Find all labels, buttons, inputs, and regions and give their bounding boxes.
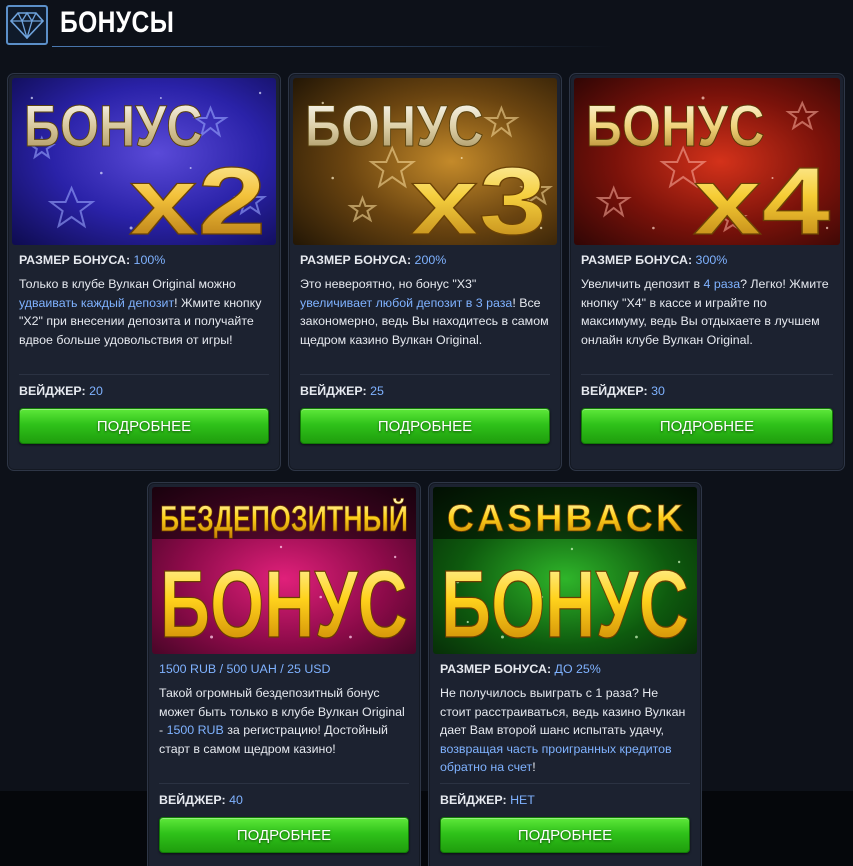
- bonus-size: РАЗМЕР БОНУСА: 200%: [300, 253, 447, 267]
- wager-value: 25: [370, 384, 384, 398]
- wager-value: 40: [229, 793, 243, 807]
- bonus-size-value: ДО 25%: [554, 662, 601, 676]
- banner-title-bottom: x4: [693, 148, 830, 245]
- bonus-size: РАЗМЕР БОНУСА: 300%: [581, 253, 728, 267]
- bonus-size: 1500 RUB / 500 UAH / 25 USD: [159, 660, 409, 678]
- bonus-banner-no-deposit[interactable]: БЕЗДЕПОЗИТНЫЙ БОНУС: [152, 487, 416, 654]
- banner-title-bottom: БОНУС: [441, 551, 689, 654]
- bonus-banner-x3[interactable]: БОНУС x3: [293, 78, 557, 245]
- bonus-size-value: 100%: [133, 253, 166, 267]
- header-divider: [52, 46, 612, 47]
- bonus-banner-x2[interactable]: БОНУС x2: [12, 78, 276, 245]
- wager-value: 30: [651, 384, 665, 398]
- bonus-description: Увеличить депозит в 4 раза? Легко! Жмите…: [581, 277, 829, 347]
- bonus-card-x3: БОНУС x3 РАЗМЕР БОНУСА: 200% Это невероя…: [288, 73, 562, 471]
- diamond-icon: [6, 5, 48, 45]
- bonus-info: РАЗМЕР БОНУСА: 200% Это невероятно, но б…: [300, 251, 550, 349]
- card-divider: [581, 374, 833, 375]
- bonus-size: РАЗМЕР БОНУСА: ДО 25%: [440, 662, 601, 676]
- wager-value: НЕТ: [510, 793, 535, 807]
- wager-value: 20: [89, 384, 103, 398]
- card-divider: [159, 783, 409, 784]
- bonus-info: 1500 RUB / 500 UAH / 25 USD Такой огромн…: [159, 660, 409, 758]
- page-header: БОНУСЫ: [0, 0, 853, 50]
- bonus-banner-x4[interactable]: БОНУС x4: [574, 78, 840, 245]
- banner-title-bottom: x2: [129, 148, 266, 245]
- bonus-description: Только в клубе Вулкан Original можно удв…: [19, 277, 262, 347]
- bonus-banner-cashback[interactable]: CASHBACK БОНУС: [433, 487, 697, 654]
- details-button[interactable]: ПОДРОБНЕЕ: [159, 817, 409, 853]
- page-footer-strip: [0, 791, 853, 866]
- bonus-description: Такой огромный бездепозитный бонус может…: [159, 686, 405, 756]
- card-divider: [440, 783, 690, 784]
- bonus-info: РАЗМЕР БОНУСА: 100% Только в клубе Вулка…: [19, 251, 269, 349]
- bonus-card-cashback: CASHBACK БОНУС РАЗМЕР БОНУСА: ДО 25% Не …: [428, 482, 702, 866]
- bonus-card-x4: БОНУС x4 РАЗМЕР БОНУСА: 300% Увеличить д…: [569, 73, 845, 471]
- banner-title-bottom: x3: [410, 148, 547, 245]
- wager-line: ВЕЙДЖЕР: 40: [159, 793, 243, 807]
- bonus-size-value: 300%: [695, 253, 728, 267]
- bonus-size-value: 1500 RUB / 500 UAH / 25 USD: [159, 662, 331, 676]
- details-button[interactable]: ПОДРОБНЕЕ: [300, 408, 550, 444]
- bonus-description: Это невероятно, но бонус "Х3" увеличивае…: [300, 277, 549, 347]
- wager-line: ВЕЙДЖЕР: 20: [19, 384, 103, 398]
- bonus-info: РАЗМЕР БОНУСА: ДО 25% Не получилось выиг…: [440, 660, 690, 776]
- details-button[interactable]: ПОДРОБНЕЕ: [581, 408, 833, 444]
- wager-line: ВЕЙДЖЕР: 30: [581, 384, 665, 398]
- details-button[interactable]: ПОДРОБНЕЕ: [440, 817, 690, 853]
- bonus-card-no-deposit: БЕЗДЕПОЗИТНЫЙ БОНУС 1500 RUB / 500 UAH /…: [147, 482, 421, 866]
- bonus-card-x2: БОНУС x2 РАЗМЕР БОНУСА: 100% Только в кл…: [7, 73, 281, 471]
- card-divider: [300, 374, 550, 375]
- bonus-info: РАЗМЕР БОНУСА: 300% Увеличить депозит в …: [581, 251, 833, 349]
- banner-title-top: CASHBACK: [447, 498, 683, 540]
- bonus-size-value: 200%: [414, 253, 447, 267]
- wager-line: ВЕЙДЖЕР: НЕТ: [440, 793, 535, 807]
- card-divider: [19, 374, 269, 375]
- wager-line: ВЕЙДЖЕР: 25: [300, 384, 384, 398]
- page-title: БОНУСЫ: [60, 6, 175, 39]
- details-button[interactable]: ПОДРОБНЕЕ: [19, 408, 269, 444]
- banner-title-bottom: БОНУС: [160, 551, 408, 654]
- banner-title-top: БЕЗДЕПОЗИТНЫЙ: [160, 499, 408, 539]
- bonus-size: РАЗМЕР БОНУСА: 100%: [19, 253, 166, 267]
- bonus-description: Не получилось выиграть с 1 раза? Не стои…: [440, 686, 686, 775]
